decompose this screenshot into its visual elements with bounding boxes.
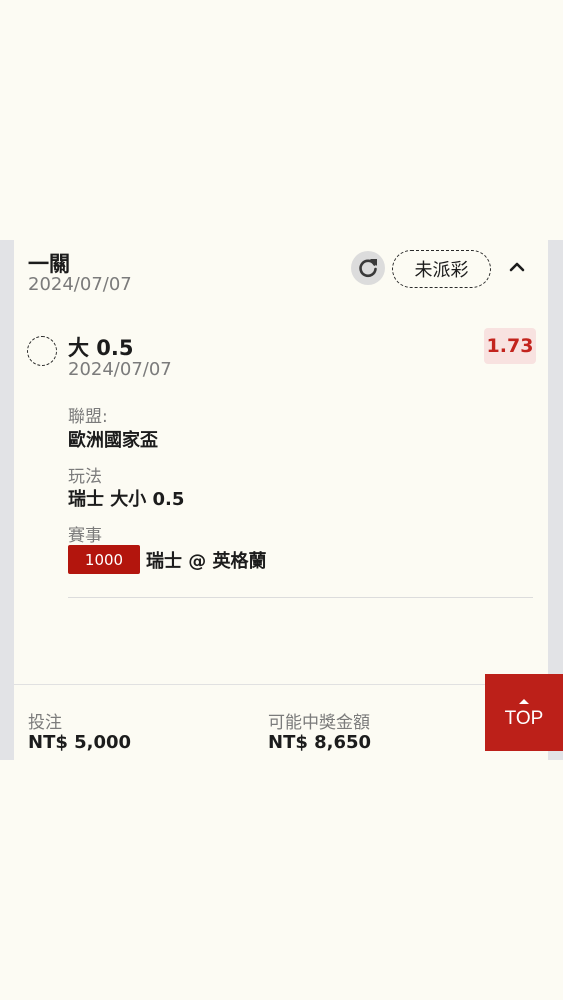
play-value: 瑞士 大小 0.5 [68, 489, 185, 510]
match-id-badge: 1000 [68, 545, 140, 574]
bet-pick: 大 0.5 [68, 336, 134, 360]
match-name: 瑞士 @ 英格蘭 [146, 551, 267, 572]
bet-card: 一關 2024/07/07 未派彩 大 0.5 2024/07/07 1.73 … [14, 240, 548, 760]
bet-date: 2024/07/07 [68, 359, 172, 380]
league-value: 歐洲國家盃 [68, 430, 158, 451]
potential-win-value: NT$ 8,650 [268, 732, 372, 753]
odds-badge: 1.73 [484, 328, 536, 364]
back-to-top-button[interactable]: TOP [485, 674, 563, 751]
potential-win-label: 可能中獎金額 [268, 713, 370, 733]
top-button-label: TOP [504, 708, 544, 729]
stake-value: NT$ 5,000 [28, 732, 132, 753]
event-label: 賽事 [68, 526, 102, 546]
status-badge: 未派彩 [392, 250, 491, 288]
footer-divider [14, 684, 548, 685]
bet-status-circle [27, 336, 57, 366]
play-label: 玩法 [68, 467, 102, 487]
parlay-date: 2024/07/07 [28, 274, 132, 295]
chevron-up-icon[interactable] [507, 255, 527, 279]
refresh-icon [359, 259, 377, 278]
arrow-up-icon [519, 699, 529, 704]
status-label: 未派彩 [414, 260, 469, 281]
refresh-button[interactable] [351, 251, 385, 285]
stake-label: 投注 [28, 713, 62, 733]
divider [68, 597, 533, 598]
league-label: 聯盟: [68, 407, 108, 427]
bet-record-panel: 一關 2024/07/07 未派彩 大 0.5 2024/07/07 1.73 … [0, 240, 563, 760]
